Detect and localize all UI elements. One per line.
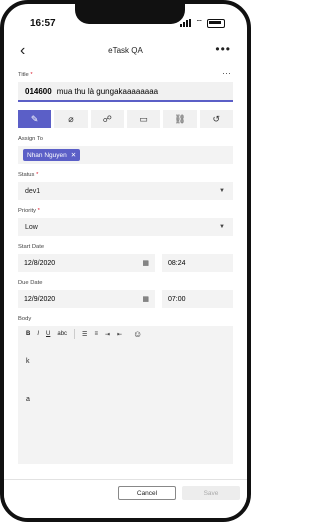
emoji-icon[interactable]: ☺ [133, 329, 142, 339]
tab-history[interactable]: ↺ [199, 110, 233, 128]
tab-edit[interactable]: ✎ [18, 110, 52, 128]
chat-icon: ☍ [102, 113, 112, 124]
title-label: Title * [18, 72, 33, 78]
calendar-icon: ▦ [142, 260, 149, 267]
start-date-row: 12/8/2020 ▦ 08:24 [18, 254, 233, 272]
body-editor[interactable]: B I U abc ☰ ≡ ⇥ ⇤ ☺ k a [18, 326, 233, 464]
bullet-list-icon[interactable]: ☰ [82, 331, 87, 338]
title-menu-icon[interactable]: ⋯ [222, 68, 231, 79]
calendar-icon: ▦ [142, 296, 149, 303]
underline-button[interactable]: U [46, 331, 50, 337]
section-tabs: ✎ ⌀ ☍ ▭ ⛓ ↺ [18, 110, 233, 128]
wifi-icon: ⌔ [195, 18, 203, 27]
cancel-button[interactable]: Cancel [118, 486, 176, 500]
tab-comments[interactable]: ▭ [126, 110, 161, 128]
indent-icon[interactable]: ⇥ [105, 331, 110, 338]
due-date-field[interactable]: 12/9/2020 ▦ [18, 290, 155, 308]
history-icon: ↺ [212, 113, 221, 124]
due-date-row: 12/9/2020 ▦ 07:00 [18, 290, 233, 308]
priority-select[interactable]: Low ▼ [18, 218, 233, 236]
assignee-chip[interactable]: Nhan Nguyen ✕ [23, 149, 81, 161]
start-date-field[interactable]: 12/8/2020 ▦ [18, 254, 155, 272]
status-select[interactable]: dev1 ▼ [18, 182, 233, 200]
tab-links[interactable]: ⛓ [163, 110, 197, 128]
outdent-icon[interactable]: ⇤ [117, 331, 122, 338]
body-label: Body [18, 316, 32, 322]
tab-chat[interactable]: ☍ [90, 110, 124, 128]
editor-toolbar: B I U abc ☰ ≡ ⇥ ⇤ ☺ [18, 326, 233, 342]
dropdown-caret-icon: ▼ [219, 188, 225, 194]
dropdown-caret-icon: ▼ [219, 224, 225, 230]
remove-assignee-icon[interactable]: ✕ [71, 151, 76, 159]
strikethrough-button[interactable]: abc [57, 331, 67, 337]
edit-icon: ✎ [30, 113, 39, 124]
start-date-label: Start Date [18, 244, 45, 250]
numbered-list-icon[interactable]: ≡ [94, 331, 98, 337]
body-line-1: k [26, 358, 30, 365]
italic-button[interactable]: I [37, 331, 39, 337]
notch [75, 4, 185, 24]
status-icons: ⌔ [180, 18, 225, 28]
comment-icon: ▭ [139, 113, 148, 124]
due-time-field[interactable]: 07:00 [162, 290, 233, 308]
assign-label: Assign To [18, 136, 44, 142]
body-line-2: a [26, 396, 30, 403]
title-input[interactable]: 014600 mua thu là gungakaaaaaaaa [18, 82, 233, 102]
tab-attachments[interactable]: ⌀ [54, 110, 88, 128]
bold-button[interactable]: B [26, 331, 30, 337]
start-time-field[interactable]: 08:24 [162, 254, 233, 272]
save-button[interactable]: Save [182, 486, 240, 500]
status-time: 16:57 [30, 18, 56, 29]
task-title-text: mua thu là gungakaaaaaaaa [56, 86, 159, 96]
attachment-icon: ⌀ [68, 113, 74, 124]
footer: Cancel Save [4, 479, 247, 518]
due-date-label: Due Date [18, 280, 43, 286]
task-id: 014600 [25, 86, 52, 96]
nav-bar: ‹ eTask QA ••• [4, 40, 247, 64]
link-icon: ⛓ [174, 113, 186, 124]
signal-icon [180, 19, 192, 27]
more-options-icon[interactable]: ••• [215, 42, 231, 56]
phone-frame: 16:57 ⌔ ‹ eTask QA ••• Title * ⋯ 014600 … [0, 0, 251, 522]
status-label: Status * [18, 172, 39, 178]
battery-icon [207, 18, 225, 28]
task-form: Title * ⋯ 014600 mua thu là gungakaaaaaa… [18, 64, 233, 464]
priority-label: Priority * [18, 208, 40, 214]
assign-to-field[interactable]: Nhan Nguyen ✕ [18, 146, 233, 164]
app-title: eTask QA [108, 46, 143, 55]
